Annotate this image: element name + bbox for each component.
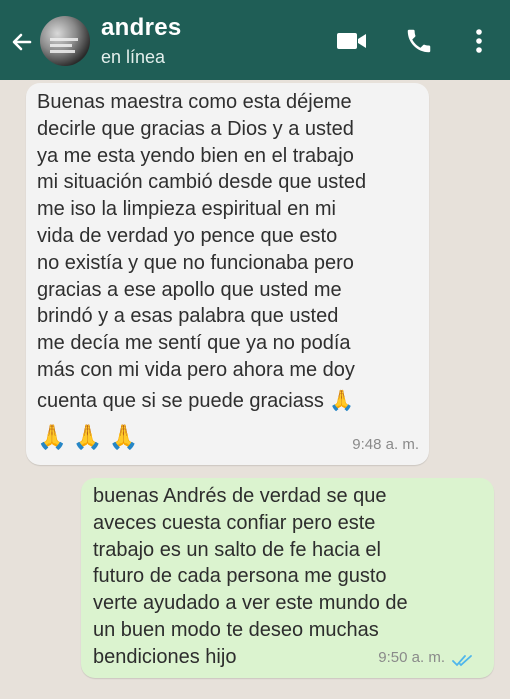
chat-header: andres en línea xyxy=(0,0,510,80)
prayer-emoji-row: 🙏🙏🙏 xyxy=(37,423,145,451)
double-check-icon xyxy=(452,655,472,667)
message-time: 9:48 a. m. xyxy=(352,436,419,454)
phone-icon[interactable] xyxy=(404,26,434,56)
more-options-icon[interactable] xyxy=(474,28,484,54)
message-time: 9:50 a. m. xyxy=(378,649,445,667)
contact-name[interactable]: andres xyxy=(101,14,182,42)
message-text: Buenas maestra como esta déjeme decirle q… xyxy=(37,91,367,451)
message-text: buenas Andrés de verdad se que aveces cue… xyxy=(93,485,408,668)
contact-status: en línea xyxy=(101,47,166,67)
video-call-icon[interactable] xyxy=(336,30,368,52)
back-arrow-icon[interactable] xyxy=(8,28,36,56)
contact-avatar[interactable] xyxy=(40,16,90,66)
outgoing-message-bubble[interactable]: buenas Andrés de verdad se que aveces cue… xyxy=(81,478,494,678)
incoming-message-bubble[interactable]: Buenas maestra como esta déjeme decirle q… xyxy=(26,83,429,465)
